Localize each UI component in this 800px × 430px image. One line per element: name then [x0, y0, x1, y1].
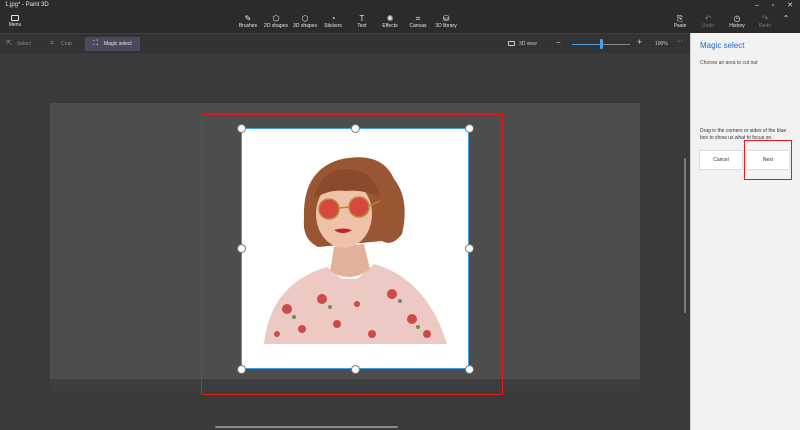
maximize-icon[interactable]: ▫ — [765, 0, 781, 11]
tool-label: Text — [357, 23, 367, 29]
select-cursor-icon: ⇱ — [6, 40, 12, 47]
minimize-icon[interactable]: – — [749, 0, 765, 11]
tool-3d-library[interactable]: ⛁ 3D library — [430, 14, 462, 32]
resize-handle-bottom-right[interactable] — [465, 365, 474, 374]
resize-handle-top-left[interactable] — [237, 124, 246, 133]
zoom-out-icon[interactable]: − — [556, 38, 561, 47]
magic-select-label: Magic select — [104, 41, 132, 47]
magic-select-icon: ⛶ — [93, 40, 98, 47]
sticker-icon: ◔ — [330, 14, 336, 23]
select-label: Select — [17, 41, 31, 47]
window-title: 1.jpg* - Paint 3D — [5, 2, 49, 8]
tool-label: Brushes — [238, 23, 258, 29]
ribbon: Menu ✎ Brushes ⬠ 2D shapes ⬡ 3D shapes ◔… — [0, 11, 800, 33]
view-3d-label: 3D view — [519, 41, 537, 47]
view-3d-icon — [508, 41, 515, 47]
cancel-button[interactable]: Cancel — [699, 150, 743, 170]
zoom-percent[interactable]: 100% — [655, 39, 668, 49]
panel-subtitle: Choose an area to cut out — [700, 60, 758, 66]
title-bar: 1.jpg* - Paint 3D – ▫ ✕ — [0, 0, 800, 11]
resize-handle-left[interactable] — [237, 244, 246, 253]
tool-label: Paste — [673, 23, 687, 29]
tool-label: Redo — [759, 23, 771, 29]
tool-2d-shapes[interactable]: ⬠ 2D shapes — [260, 14, 292, 32]
zoom-in-icon[interactable]: + — [637, 37, 642, 47]
tool-label: Effects — [382, 23, 398, 29]
highlight-box-canvas — [201, 114, 503, 395]
undo-button[interactable]: ↶ Undo — [692, 14, 724, 32]
magic-select-panel: Magic select Choose an area to cut out D… — [690, 33, 800, 430]
resize-handle-top[interactable] — [351, 124, 360, 133]
menu-label: Menu — [8, 22, 22, 28]
menu-icon — [11, 15, 19, 21]
resize-handle-bottom-left[interactable] — [237, 365, 246, 374]
crop-label: Crop — [61, 41, 72, 47]
magic-select-tool[interactable]: ⛶ Magic select — [85, 37, 140, 51]
tool-label: Stickers — [324, 23, 342, 29]
highlight-box-next — [744, 140, 792, 180]
tool-label: History — [729, 23, 745, 29]
tool-label: 3D shapes — [293, 23, 317, 29]
tool-options-bar: ⇱ Select ⌗ Crop ⛶ Magic select 3D view − + … — [0, 33, 690, 53]
select-tool[interactable]: ⇱ Select — [6, 37, 31, 51]
collapse-ribbon-button[interactable]: ⌃ — [776, 14, 796, 32]
tool-label: Canvas — [409, 23, 427, 29]
more-options-icon[interactable]: ··· — [676, 38, 683, 45]
undo-icon: ↶ — [704, 14, 712, 23]
library-icon: ⛁ — [442, 14, 450, 23]
horizontal-scrollbar[interactable] — [215, 426, 398, 428]
zoom-slider-thumb[interactable] — [599, 39, 603, 49]
menu-button[interactable]: Menu — [4, 14, 26, 32]
resize-handle-right[interactable] — [465, 244, 474, 253]
tool-label: 2D shapes — [264, 23, 288, 29]
crop-tool[interactable]: ⌗ Crop — [50, 37, 72, 51]
crop-icon: ⌗ — [50, 40, 54, 47]
resize-handle-top-right[interactable] — [465, 124, 474, 133]
canvas-workspace[interactable] — [0, 53, 690, 430]
tool-stickers[interactable]: ◔ Stickers — [317, 14, 349, 32]
close-icon[interactable]: ✕ — [782, 0, 798, 11]
tool-label: 3D library — [435, 23, 457, 29]
zoom-slider-fill — [572, 44, 601, 45]
resize-handle-bottom[interactable] — [351, 365, 360, 374]
vertical-scrollbar[interactable] — [684, 158, 686, 313]
view-3d-toggle[interactable]: 3D view — [508, 39, 537, 49]
chevron-up-icon: ⌃ — [782, 14, 790, 23]
shapes-2d-icon: ⬠ — [272, 14, 280, 23]
panel-title: Magic select — [700, 41, 745, 50]
tool-label: Undo — [702, 23, 714, 29]
